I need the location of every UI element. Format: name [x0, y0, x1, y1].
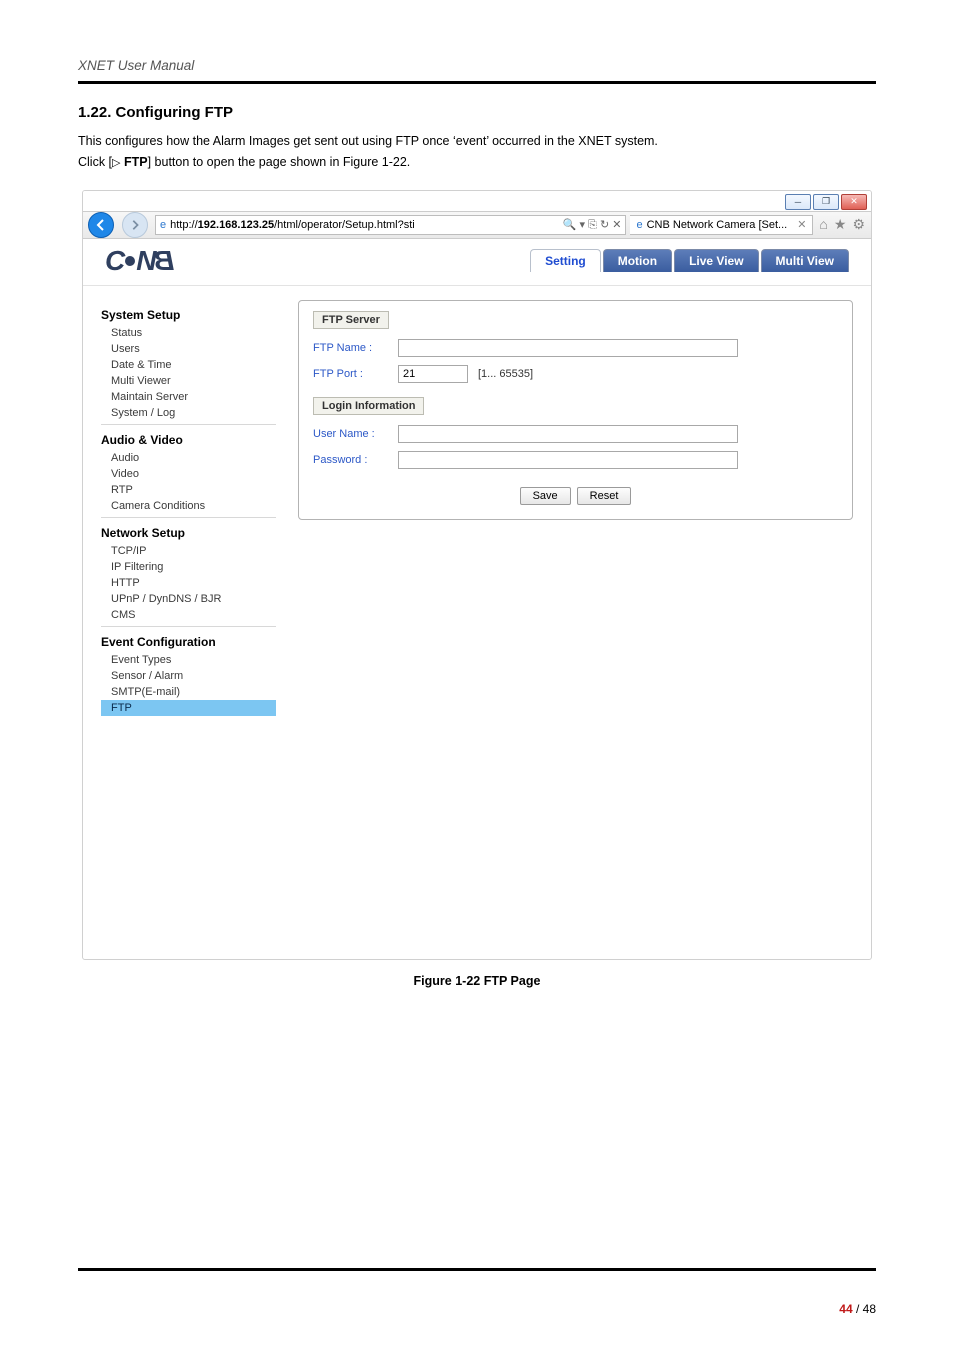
- nav-divider: [101, 424, 276, 425]
- p2-ftp: FTP: [121, 155, 148, 169]
- nav-multi-viewer[interactable]: Multi Viewer: [101, 373, 276, 389]
- window-close-button[interactable]: ✕: [841, 194, 867, 210]
- tab-setting[interactable]: Setting: [530, 249, 601, 272]
- addr-suffix-icons: 🔍 ▾ ⎘ ↻ ✕: [563, 218, 622, 232]
- page-current: 44: [839, 1302, 852, 1316]
- app-header: C N B Setting Motion Live View Multi Vie…: [83, 239, 871, 286]
- side-nav: System Setup Status Users Date & Time Mu…: [101, 300, 276, 945]
- ftp-port-hint: [1... 65535]: [478, 368, 533, 380]
- ftp-name-label: FTP Name :: [313, 342, 398, 354]
- legend-ftp-server: FTP Server: [313, 311, 389, 329]
- nav-audio[interactable]: Audio: [101, 450, 276, 466]
- password-label: Password :: [313, 454, 398, 466]
- arrow-right-icon: [129, 219, 141, 231]
- p2-post: ] button to open the page shown in Figur…: [148, 155, 411, 169]
- favorites-icon[interactable]: ★: [834, 216, 847, 233]
- logo-dot-icon: [125, 256, 135, 266]
- nav-users[interactable]: Users: [101, 341, 276, 357]
- nav-video[interactable]: Video: [101, 466, 276, 482]
- screenshot-window: ─ ❐ ✕ e http://192.168.123.25/html/opera…: [82, 190, 872, 960]
- url-prefix: http://: [170, 219, 198, 231]
- running-header: XNET User Manual: [78, 58, 876, 73]
- triangle-icon: ▷: [112, 157, 120, 169]
- logo-n: N: [136, 245, 155, 277]
- nav-event-types[interactable]: Event Types: [101, 652, 276, 668]
- nav-forward-button[interactable]: [122, 212, 148, 238]
- home-icon[interactable]: ⌂: [819, 216, 827, 233]
- nav-cms[interactable]: CMS: [101, 607, 276, 623]
- page-footer: 44 / 48: [839, 1302, 876, 1316]
- nav-divider: [101, 517, 276, 518]
- nav-group-system: System Setup: [101, 308, 276, 322]
- reset-button[interactable]: Reset: [577, 487, 632, 505]
- browser-toolbar: e http://192.168.123.25/html/operator/Se…: [83, 211, 871, 239]
- nav-tcpip[interactable]: TCP/IP: [101, 543, 276, 559]
- nav-group-event: Event Configuration: [101, 635, 276, 649]
- ftp-port-label: FTP Port :: [313, 368, 398, 380]
- nav-divider: [101, 626, 276, 627]
- tab-live-view[interactable]: Live View: [674, 249, 758, 272]
- nav-ftp[interactable]: FTP: [101, 700, 276, 716]
- app-body: System Setup Status Users Date & Time Mu…: [83, 286, 871, 959]
- header-rule: [78, 81, 876, 84]
- arrow-left-icon: [94, 218, 108, 232]
- nav-system-log[interactable]: System / Log: [101, 405, 276, 421]
- window-maximize-button[interactable]: ❐: [813, 194, 839, 210]
- nav-sensor-alarm[interactable]: Sensor / Alarm: [101, 668, 276, 684]
- nav-ip-filtering[interactable]: IP Filtering: [101, 559, 276, 575]
- section-heading: 1.22. Configuring FTP: [78, 104, 876, 121]
- nav-smtp-email[interactable]: SMTP(E-mail): [101, 684, 276, 700]
- window-chrome: ─ ❐ ✕: [83, 191, 871, 211]
- nav-back-button[interactable]: [88, 212, 114, 238]
- nav-group-network: Network Setup: [101, 526, 276, 540]
- content-panel: FTP Server FTP Name : FTP Port : [1... 6…: [298, 300, 853, 945]
- logo-b: B: [155, 245, 174, 277]
- tab-title: CNB Network Camera [Set...: [647, 219, 788, 231]
- p2-pre: Click [: [78, 155, 112, 169]
- app-viewport: C N B Setting Motion Live View Multi Vie…: [83, 239, 871, 959]
- paragraph-1: This configures how the Alarm Images get…: [78, 131, 876, 152]
- nav-maintain-server[interactable]: Maintain Server: [101, 389, 276, 405]
- command-bar: ⌂ ★ ⚙: [819, 216, 865, 233]
- nav-upnp-dyndns-bjr[interactable]: UPnP / DynDNS / BJR: [101, 591, 276, 607]
- ie-icon: e: [636, 219, 642, 231]
- figure-caption: Figure 1-22 FTP Page: [78, 974, 876, 988]
- url-host: 192.168.123.25: [198, 219, 274, 231]
- tab-motion[interactable]: Motion: [603, 249, 672, 272]
- logo-c: C: [105, 245, 124, 277]
- user-name-input[interactable]: [398, 425, 738, 443]
- page-total: 48: [863, 1302, 876, 1316]
- ftp-port-input[interactable]: [398, 365, 468, 383]
- url-path: /html/operator/Setup.html?sti: [274, 219, 415, 231]
- nav-status[interactable]: Status: [101, 325, 276, 341]
- tab-close-icon[interactable]: ✕: [797, 218, 806, 231]
- save-button[interactable]: Save: [520, 487, 571, 505]
- nav-camera-conditions[interactable]: Camera Conditions: [101, 498, 276, 514]
- nav-http[interactable]: HTTP: [101, 575, 276, 591]
- nav-rtp[interactable]: RTP: [101, 482, 276, 498]
- tab-multi-view[interactable]: Multi View: [761, 249, 849, 272]
- nav-date-time[interactable]: Date & Time: [101, 357, 276, 373]
- browser-tab[interactable]: e CNB Network Camera [Set... ✕: [630, 215, 813, 235]
- paragraph-2: Click [▷ FTP] button to open the page sh…: [78, 152, 876, 173]
- user-name-label: User Name :: [313, 428, 398, 440]
- ftp-name-input[interactable]: [398, 339, 738, 357]
- ie-icon: e: [160, 219, 166, 231]
- page-sep: /: [853, 1302, 863, 1316]
- footer-rule: [78, 1268, 876, 1271]
- address-bar[interactable]: e http://192.168.123.25/html/operator/Se…: [155, 215, 626, 235]
- legend-login-info: Login Information: [313, 397, 424, 415]
- top-tabs: Setting Motion Live View Multi View: [528, 249, 849, 272]
- ftp-fieldset: FTP Server FTP Name : FTP Port : [1... 6…: [298, 300, 853, 520]
- tools-icon[interactable]: ⚙: [852, 216, 865, 233]
- cnb-logo: C N B: [105, 245, 175, 277]
- nav-group-av: Audio & Video: [101, 433, 276, 447]
- password-input[interactable]: [398, 451, 738, 469]
- window-minimize-button[interactable]: ─: [785, 194, 811, 210]
